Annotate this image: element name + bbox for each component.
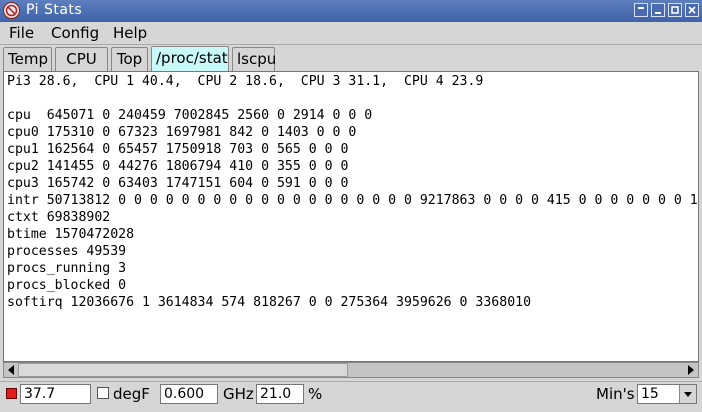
frequency-field[interactable]: 0.600 xyxy=(160,384,218,404)
close-button[interactable] xyxy=(685,3,699,17)
horizontal-scrollbar[interactable] xyxy=(3,362,699,378)
stat-line-cpu: cpu 645071 0 240459 7002845 2560 0 2914 … xyxy=(7,108,373,123)
stat-line-procs-running: procs_running 3 xyxy=(7,261,127,276)
stat-line-processes: processes 49539 xyxy=(7,244,127,259)
ghz-label: GHz xyxy=(223,385,254,403)
stat-line-softirq: softirq 12036676 1 3614834 574 818267 0 … xyxy=(7,295,532,310)
menu-config[interactable]: Config xyxy=(51,24,99,42)
stat-line-intr: intr 50713812 0 0 0 0 0 0 0 0 0 0 0 0 0 … xyxy=(7,193,699,208)
scrollbar-thumb[interactable] xyxy=(18,363,348,377)
temperature-field[interactable]: 37.7 xyxy=(20,384,91,404)
title-bar: Pi Stats xyxy=(0,0,702,22)
stat-line-cpu0: cpu0 175310 0 67323 1697981 842 0 1403 0… xyxy=(7,125,357,140)
stat-line-ctxt: ctxt 69838902 xyxy=(7,210,111,225)
menu-file[interactable]: File xyxy=(9,24,34,42)
tab-top[interactable]: Top xyxy=(111,47,148,71)
tab-proc-stat[interactable]: /proc/stat xyxy=(151,46,229,72)
scroll-left-icon[interactable] xyxy=(5,364,17,376)
summary-line: Pi3 28.6, CPU 1 40.4, CPU 2 18.6, CPU 3 … xyxy=(7,74,484,89)
proc-stat-output[interactable]: Pi3 28.6, CPU 1 40.4, CPU 2 18.6, CPU 3 … xyxy=(3,71,699,362)
tab-temp[interactable]: Temp xyxy=(3,47,52,71)
scroll-right-icon[interactable] xyxy=(685,364,697,376)
menu-separator xyxy=(0,44,702,45)
stat-line-cpu1: cpu1 162564 0 65457 1750918 703 0 565 0 … xyxy=(7,142,349,157)
mins-label: Min's xyxy=(596,385,635,403)
app-icon[interactable] xyxy=(3,2,20,19)
stat-line-btime: btime 1570472028 xyxy=(7,227,135,242)
minutes-select[interactable]: 15 xyxy=(637,384,697,404)
minutes-value: 15 xyxy=(641,386,659,402)
window-title: Pi Stats xyxy=(26,2,83,18)
menu-help[interactable]: Help xyxy=(113,24,147,42)
status-bar: 37.7 degF 0.600 GHz 21.0 % Min's 15 xyxy=(0,381,702,412)
percent-label: % xyxy=(308,385,323,403)
dropdown-button[interactable] xyxy=(679,385,696,403)
maximize-button[interactable] xyxy=(668,3,682,17)
tab-lscpu[interactable]: lscpu xyxy=(232,47,276,71)
minimize-button[interactable] xyxy=(651,3,665,17)
tab-cpu-percent[interactable]: CPU % xyxy=(55,47,108,90)
shade-button[interactable] xyxy=(634,3,648,17)
stat-line-cpu3: cpu3 165742 0 63403 1747151 604 0 591 0 … xyxy=(7,176,349,191)
stat-line-procs-blocked: procs_blocked 0 xyxy=(7,278,127,293)
degf-checkbox[interactable] xyxy=(97,387,109,399)
menu-bar: File Config Help xyxy=(0,22,702,44)
chevron-down-icon xyxy=(684,392,692,397)
tab-bar: Temp CPU % Top /proc/stat lscpu xyxy=(0,46,702,90)
status-led-icon xyxy=(6,388,17,399)
degf-label: degF xyxy=(113,385,150,403)
cpu-percent-field[interactable]: 21.0 xyxy=(256,384,304,404)
stat-line-cpu2: cpu2 141455 0 44276 1806794 410 0 355 0 … xyxy=(7,159,349,174)
